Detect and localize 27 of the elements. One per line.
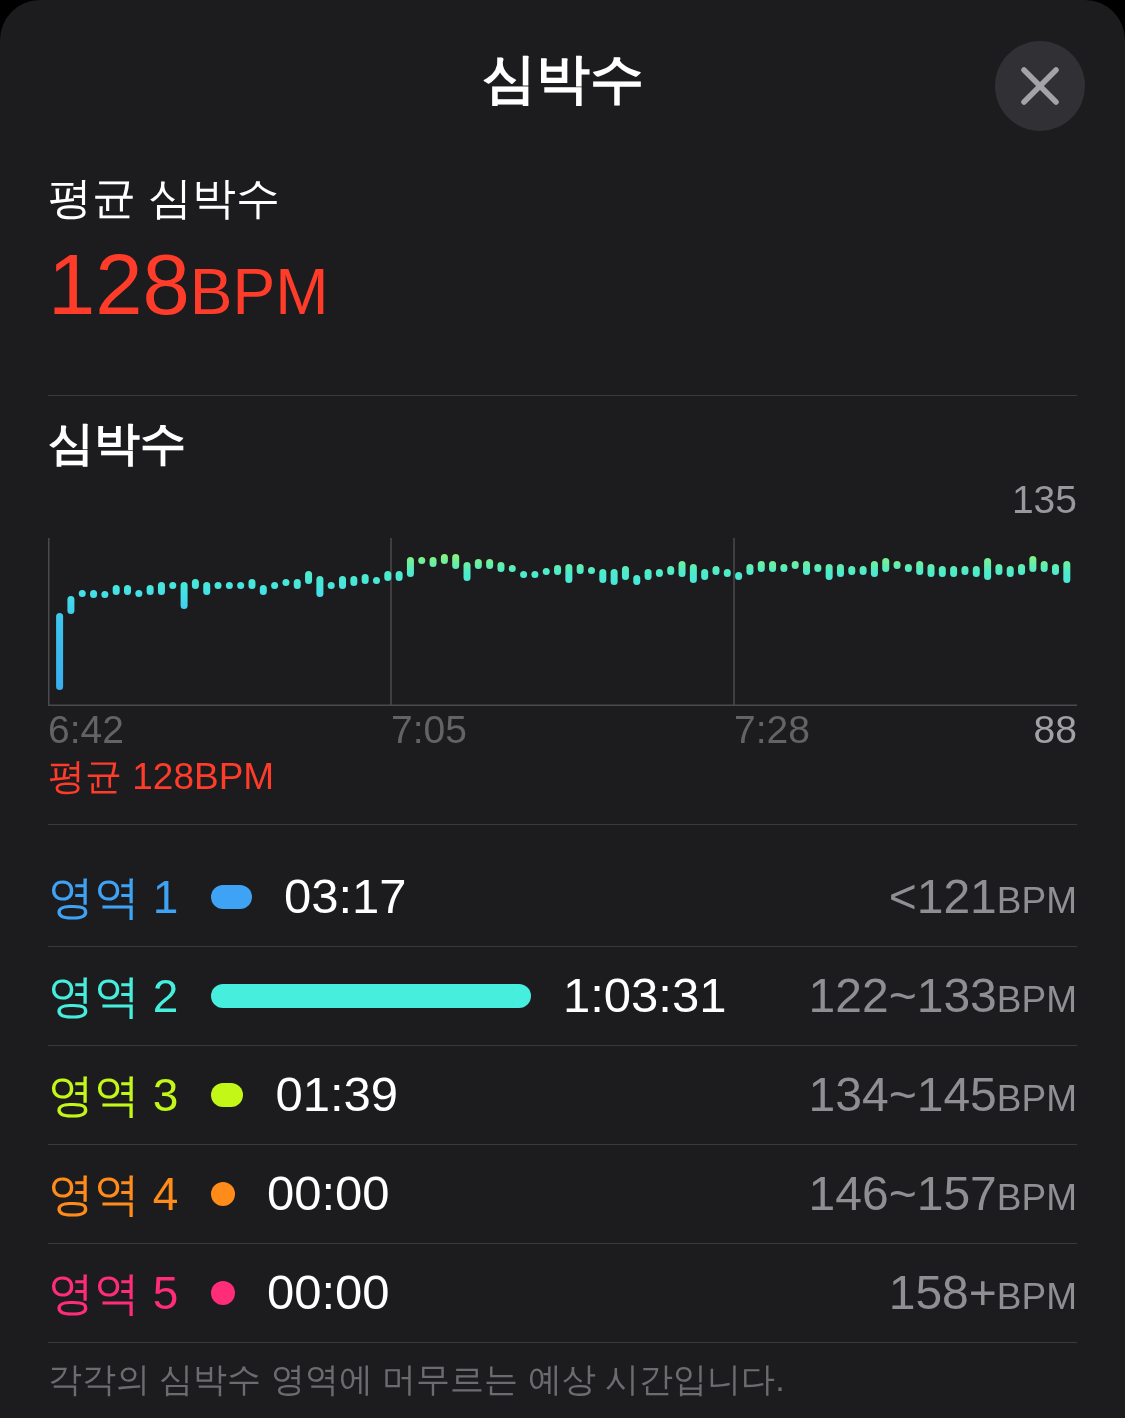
chart-average-label: 평균 128BPM <box>48 757 275 795</box>
chart-title: 심박수 <box>48 416 186 471</box>
zone-time: 1:03:31 <box>562 971 727 1021</box>
footnote-text: 각각의 심박수 영역에 머무르는 예상 시간입니다. <box>48 1358 785 1400</box>
sheet-title: 심박수 <box>481 46 644 110</box>
zone-time: 00:00 <box>267 1268 390 1318</box>
zone-time: 03:17 <box>283 872 407 922</box>
time-axis-label: 7:28 <box>734 709 810 749</box>
time-axis-label: 7:05 <box>391 709 467 749</box>
zone-label: 영역 3 <box>48 1071 180 1118</box>
zone-range: 122~133BPM <box>808 971 1077 1020</box>
close-icon <box>1021 67 1059 105</box>
zone-range: 158+BPM <box>888 1268 1077 1317</box>
zone-label: 영역 4 <box>48 1170 180 1217</box>
zone-time: 00:00 <box>267 1169 390 1219</box>
zone-label: 영역 1 <box>48 873 180 920</box>
max-value-label: 135 <box>1011 479 1077 519</box>
zone-range: <121BPM <box>888 872 1077 921</box>
zone-range: 146~157BPM <box>808 1169 1077 1218</box>
time-axis-label: 6:42 <box>48 709 124 749</box>
zone-label: 영역 5 <box>48 1269 180 1316</box>
average-label: 평균 심박수 <box>48 172 281 224</box>
zone-label: 영역 2 <box>48 972 180 1019</box>
zone-range: 134~145BPM <box>808 1070 1077 1119</box>
zone-time: 01:39 <box>275 1070 399 1120</box>
min-value-label: 88 <box>1033 709 1077 749</box>
average-value: 128BPM <box>48 242 329 327</box>
